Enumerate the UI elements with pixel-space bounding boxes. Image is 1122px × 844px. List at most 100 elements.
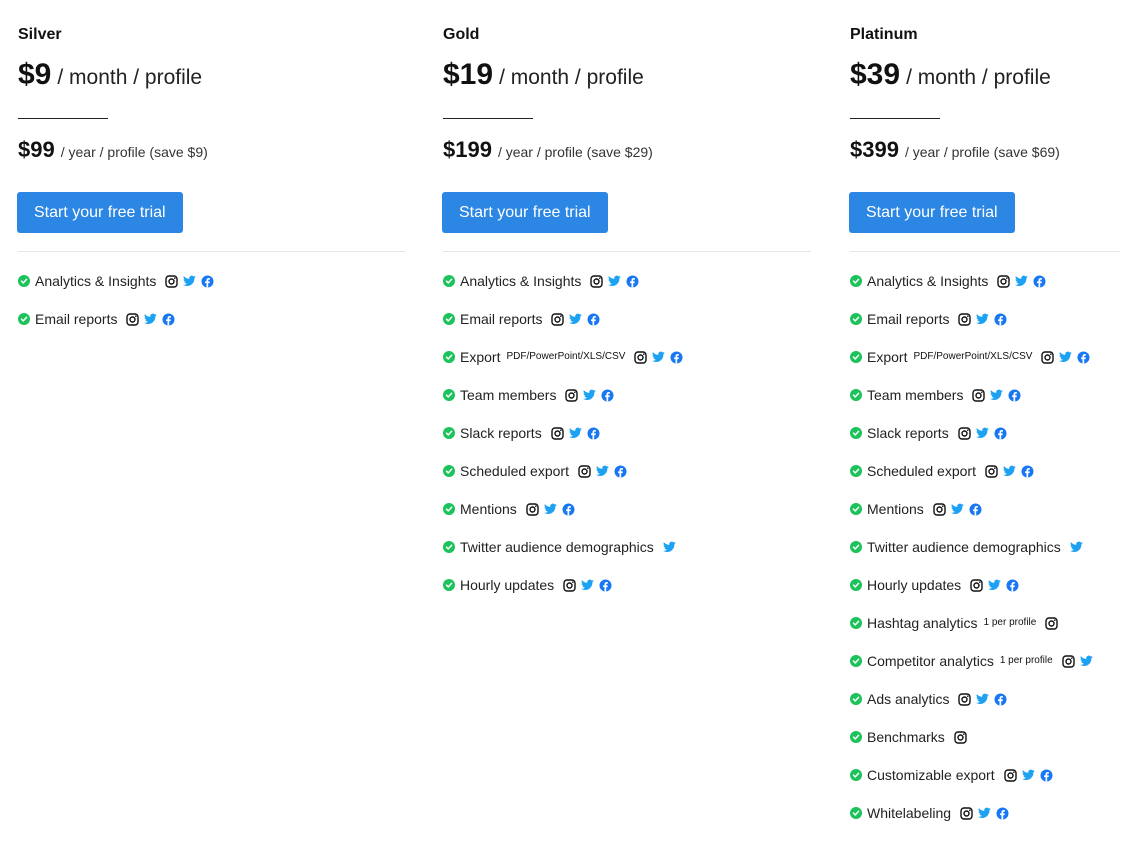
check-icon (850, 655, 862, 667)
twitter-icon (975, 427, 989, 440)
facebook-icon (994, 313, 1007, 326)
monthly-price-amount: $39 (850, 58, 901, 91)
instagram-icon (958, 692, 972, 706)
feature-label: Customizable export (867, 767, 995, 783)
twitter-icon (950, 503, 964, 516)
facebook-icon (587, 313, 600, 326)
check-icon (443, 351, 455, 363)
start-free-trial-button[interactable]: Start your free trial (849, 192, 1015, 233)
feature-label: Hourly updates (460, 577, 555, 593)
feature-item: Team members (850, 376, 1093, 414)
facebook-icon (562, 503, 575, 516)
instagram-icon (590, 274, 604, 288)
monthly-price-unit: / month / profile (906, 66, 1051, 89)
instagram-icon (551, 426, 564, 440)
twitter-icon (662, 541, 676, 554)
feature-label: Email reports (867, 311, 950, 327)
check-icon (850, 389, 862, 401)
instagram-icon (565, 388, 579, 402)
feature-label: Hourly updates (867, 577, 962, 593)
facebook-icon (201, 275, 214, 288)
feature-label: Scheduled export (460, 463, 569, 479)
yearly-price-unit: / year / profile (save $69) (904, 144, 1060, 160)
facebook-icon (1021, 465, 1034, 478)
feature-item: Ads analytics (850, 680, 1093, 718)
yearly-price: $399 / year / profile (save $69) (850, 137, 1060, 163)
instagram-icon (954, 730, 967, 744)
facebook-icon (994, 693, 1007, 706)
instagram-icon (126, 312, 140, 326)
yearly-price-unit: / year / profile (save $9) (60, 144, 208, 160)
feature-item: Customizable export (850, 756, 1093, 794)
instagram-icon (526, 502, 539, 516)
section-divider (443, 251, 811, 252)
check-icon (850, 313, 862, 325)
feature-item: Hashtag analytics 1 per profile (850, 604, 1093, 642)
monthly-price-unit: / month / profile (57, 66, 203, 89)
facebook-icon (670, 351, 683, 364)
feature-label: Whitelabeling (867, 805, 952, 821)
check-icon (850, 693, 862, 705)
twitter-icon (183, 275, 197, 288)
feature-label: Slack reports (867, 425, 949, 441)
price-divider (443, 118, 533, 119)
feature-item: Mentions (443, 490, 683, 528)
check-icon (850, 807, 862, 819)
twitter-icon (1015, 275, 1029, 288)
check-icon (850, 427, 862, 439)
facebook-icon (599, 579, 612, 592)
feature-label: Team members (867, 387, 964, 403)
feature-label: Analytics & Insights (35, 273, 157, 289)
feature-list: Analytics & Insights Email reports Export P… (850, 262, 1093, 832)
feature-list: Analytics & Insights Email reports Export P… (443, 262, 683, 604)
plan-name: Gold (443, 26, 480, 43)
check-icon (850, 731, 862, 743)
facebook-icon (1033, 275, 1046, 288)
feature-label: Twitter audience demographics (867, 539, 1061, 555)
yearly-price-unit: / year / profile (save $29) (497, 144, 653, 160)
feature-item: Scheduled export (850, 452, 1093, 490)
feature-item: Scheduled export (443, 452, 683, 490)
twitter-icon (144, 313, 158, 326)
feature-label: Email reports (460, 311, 543, 327)
facebook-icon (1008, 389, 1021, 402)
monthly-price-amount: $19 (443, 58, 494, 91)
feature-label: Ads analytics (867, 691, 950, 707)
feature-item: Analytics & Insights (18, 262, 214, 300)
start-free-trial-button[interactable]: Start your free trial (442, 192, 608, 233)
check-icon (850, 275, 862, 287)
twitter-icon (569, 313, 583, 326)
check-icon (850, 465, 862, 477)
feature-label: Slack reports (460, 425, 542, 441)
monthly-price-amount: $9 (18, 58, 52, 91)
start-free-trial-button[interactable]: Start your free trial (17, 192, 183, 233)
check-icon (18, 275, 30, 287)
twitter-icon (990, 389, 1004, 402)
twitter-icon (978, 807, 991, 820)
facebook-icon (162, 313, 175, 326)
check-icon (443, 579, 455, 591)
feature-label: Export (460, 349, 501, 365)
yearly-price: $199 / year / profile (save $29) (443, 137, 653, 163)
check-icon (443, 389, 455, 401)
feature-item: Hourly updates (443, 566, 683, 604)
feature-item: Mentions (850, 490, 1093, 528)
instagram-icon (165, 274, 179, 288)
instagram-icon (578, 464, 591, 478)
feature-item: Team members (443, 376, 683, 414)
check-icon (850, 503, 862, 515)
section-divider (850, 251, 1120, 252)
twitter-icon (1021, 769, 1035, 782)
twitter-icon (595, 465, 609, 478)
check-icon (443, 465, 455, 477)
instagram-icon (958, 426, 971, 440)
instagram-icon (997, 274, 1011, 288)
feature-item: Twitter audience demographics (850, 528, 1093, 566)
monthly-price: $19/ month / profile (443, 58, 644, 92)
twitter-icon (1079, 655, 1093, 668)
feature-item: Export PDF/PowerPoint/XLS/CSV (850, 338, 1093, 376)
facebook-icon (969, 503, 982, 516)
facebook-icon (996, 807, 1009, 820)
twitter-icon (1002, 465, 1016, 478)
feature-item: Email reports (850, 300, 1093, 338)
